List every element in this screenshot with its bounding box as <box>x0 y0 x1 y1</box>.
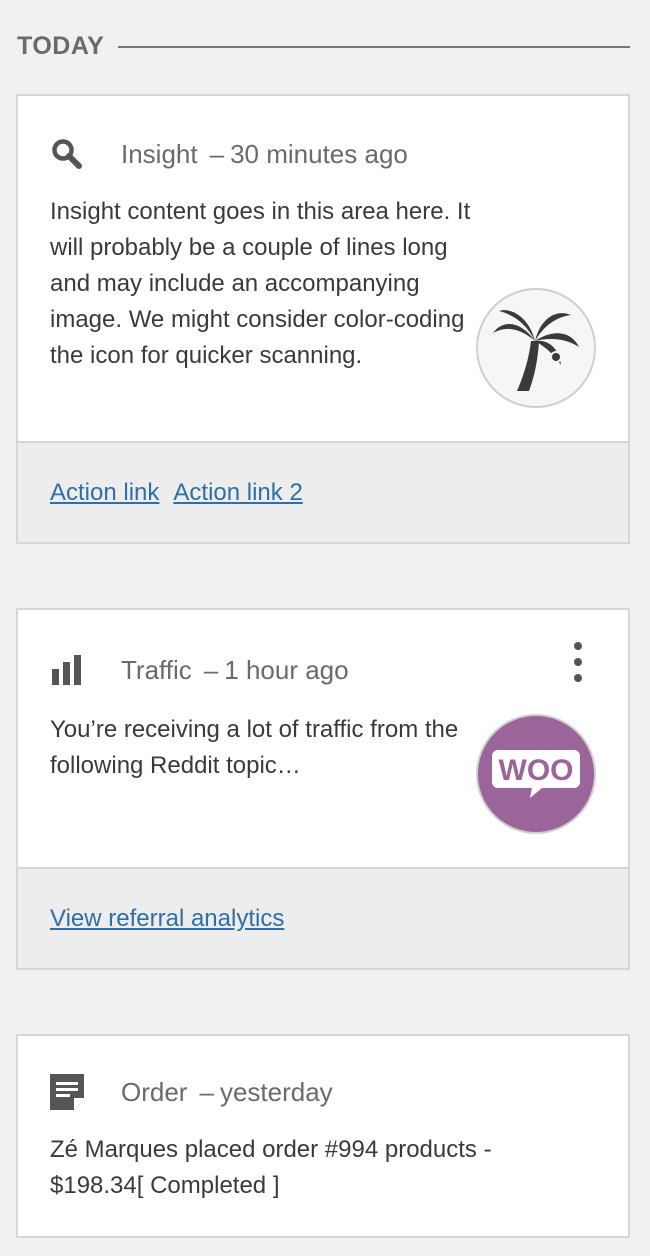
action-link[interactable]: Action link <box>50 479 159 507</box>
card-header: Insight – 30 minutes ago <box>50 134 596 174</box>
card-type: Order <box>121 1076 188 1107</box>
section-title: TODAY <box>17 32 105 60</box>
search-icon <box>50 136 86 172</box>
card-text: Insight content goes in this area here. … <box>50 198 471 369</box>
note-icon <box>50 1074 86 1110</box>
woo-logo-text: WOO <box>499 754 574 787</box>
card-footer: Action link Action link 2 <box>18 441 628 542</box>
section-divider <box>118 45 630 48</box>
card-type: Insight <box>121 138 198 169</box>
insight-card: Insight – 30 minutes ago Insight content… <box>16 94 630 544</box>
card-footer: View referral analytics <box>18 867 628 968</box>
card-header: Order – yesterday <box>50 1072 596 1112</box>
card-text: Zé Marques placed order #994 products - … <box>50 1136 492 1199</box>
more-options-icon[interactable] <box>568 642 588 682</box>
woo-logo: WOO <box>476 714 596 834</box>
palm-tree-logo <box>476 288 596 408</box>
card-timestamp: 30 minutes ago <box>230 138 408 169</box>
card-separator: – <box>203 654 219 685</box>
card-separator: – <box>209 138 225 169</box>
traffic-card: Traffic – 1 hour ago You’re receiving a … <box>16 608 630 970</box>
action-link-2[interactable]: Action link 2 <box>173 479 302 507</box>
bar-chart-icon <box>50 652 86 688</box>
section-header: TODAY <box>17 32 630 61</box>
card-header: Traffic – 1 hour ago <box>50 650 596 690</box>
order-card: Order – yesterday Zé Marques placed orde… <box>16 1034 630 1238</box>
card-separator: – <box>199 1076 214 1107</box>
card-text: You’re receiving a lot of traffic from t… <box>50 716 459 779</box>
card-timestamp: yesterday <box>219 1076 333 1107</box>
card-type: Traffic <box>121 654 192 685</box>
view-referral-analytics-link[interactable]: View referral analytics <box>50 905 284 933</box>
card-timestamp: 1 hour ago <box>224 654 349 685</box>
